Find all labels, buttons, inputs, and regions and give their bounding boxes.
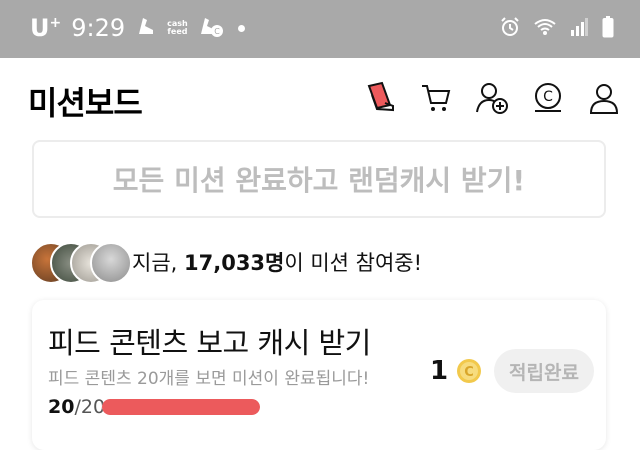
signal-icon	[570, 18, 588, 40]
add-friend-icon[interactable]	[474, 80, 510, 116]
battery-icon	[602, 16, 614, 42]
coin-wallet-icon[interactable]: C	[530, 80, 566, 116]
clock: 9:29	[71, 14, 126, 42]
profile-icon[interactable]	[586, 80, 622, 116]
coin-icon: C	[456, 358, 482, 384]
sticker-phone-icon[interactable]	[362, 80, 398, 116]
shoe-icon	[135, 14, 157, 42]
page-title: 미션보드	[28, 84, 143, 122]
participant-count-text: 지금, 17,033명이 미션 참여중!	[132, 251, 423, 275]
reward-amount: 1	[430, 356, 449, 386]
status-bar-left: U+ 9:29 cash feed C	[30, 14, 245, 42]
alarm-icon	[500, 17, 520, 41]
progress-count: 20/20	[48, 396, 106, 418]
mission-title: 피드 콘텐츠 보고 캐시 받기	[48, 326, 371, 360]
svg-text:C: C	[543, 89, 553, 105]
claim-complete-button[interactable]: 적립완료	[494, 349, 594, 393]
svg-text:C: C	[214, 27, 220, 36]
status-bar-right	[500, 16, 614, 42]
svg-text:C: C	[464, 365, 474, 380]
cart-icon[interactable]	[418, 80, 454, 116]
progress-bar	[102, 399, 260, 415]
cashfeed-icon: cash feed	[167, 19, 188, 36]
header-actions: C	[362, 80, 622, 116]
mission-description: 피드 콘텐츠 20개를 보면 미션이 완료됩니다!	[48, 369, 370, 389]
avatar-stack	[30, 242, 132, 284]
mission-card[interactable]: 피드 콘텐츠 보고 캐시 받기 피드 콘텐츠 20개를 보면 미션이 완료됩니다…	[32, 300, 606, 450]
status-bar: U+ 9:29 cash feed C	[0, 0, 640, 58]
progress-bar-fill	[102, 399, 260, 415]
carrier-label: U+	[30, 14, 62, 42]
notification-dot-icon	[237, 24, 245, 32]
avatar	[90, 242, 132, 284]
random-cash-banner[interactable]: 모든 미션 완료하고 랜덤캐시 받기!	[32, 140, 606, 218]
wifi-icon	[534, 18, 556, 40]
header: 미션보드 C	[0, 58, 640, 138]
participants-row: 지금, 17,033명이 미션 참여중!	[30, 242, 423, 284]
shoe-coin-icon: C	[198, 14, 224, 42]
